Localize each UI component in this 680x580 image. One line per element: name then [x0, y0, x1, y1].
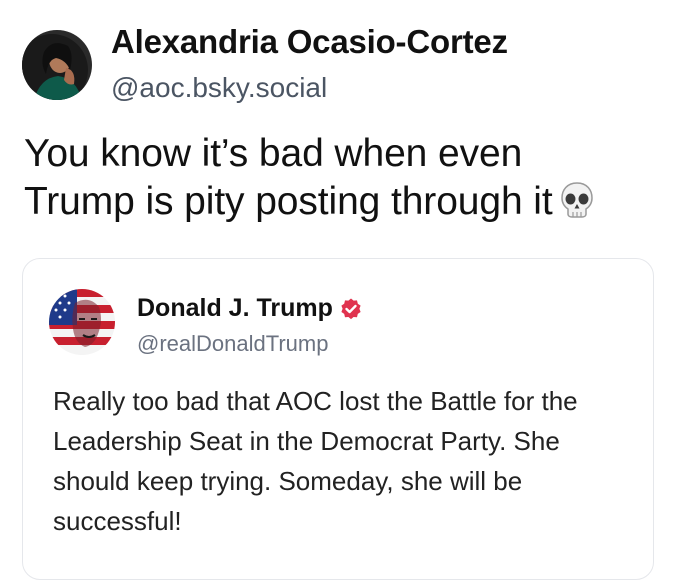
verified-badge-icon [339, 297, 363, 321]
quoted-author-name[interactable]: Donald J. Trump [137, 292, 333, 324]
avatar-image [22, 30, 92, 100]
quoted-post-header: Donald J. Trump @realDonaldTrump [49, 289, 363, 358]
post-container: Alexandria Ocasio-Cortez @aoc.bsky.socia… [0, 0, 680, 580]
quoted-name-row: Donald J. Trump [137, 289, 363, 324]
post-text-line: Trump is pity posting through it [24, 180, 553, 223]
post-body: You know it’s bad when even Trump is pit… [24, 130, 664, 226]
quoted-post-card[interactable]: Donald J. Trump @realDonaldTrump Really … [22, 258, 654, 580]
author-handle[interactable]: @aoc.bsky.social [111, 70, 508, 106]
skull-emoji-icon [559, 180, 595, 220]
post-text-line: You know it’s bad when even [24, 132, 523, 175]
author-name[interactable]: Alexandria Ocasio-Cortez [111, 22, 508, 62]
quoted-author-handle[interactable]: @realDonaldTrump [137, 330, 363, 358]
post-header: Alexandria Ocasio-Cortez @aoc.bsky.socia… [22, 22, 508, 106]
quoted-avatar[interactable] [49, 289, 115, 355]
avatar[interactable] [22, 30, 92, 100]
quoted-avatar-image [49, 289, 115, 355]
quoted-author-meta: Donald J. Trump @realDonaldTrump [137, 289, 363, 358]
author-meta: Alexandria Ocasio-Cortez @aoc.bsky.socia… [111, 22, 508, 106]
post-text-line-with-emoji: Trump is pity posting through it [24, 178, 664, 226]
quoted-post-text: Really too bad that AOC lost the Battle … [53, 386, 578, 536]
